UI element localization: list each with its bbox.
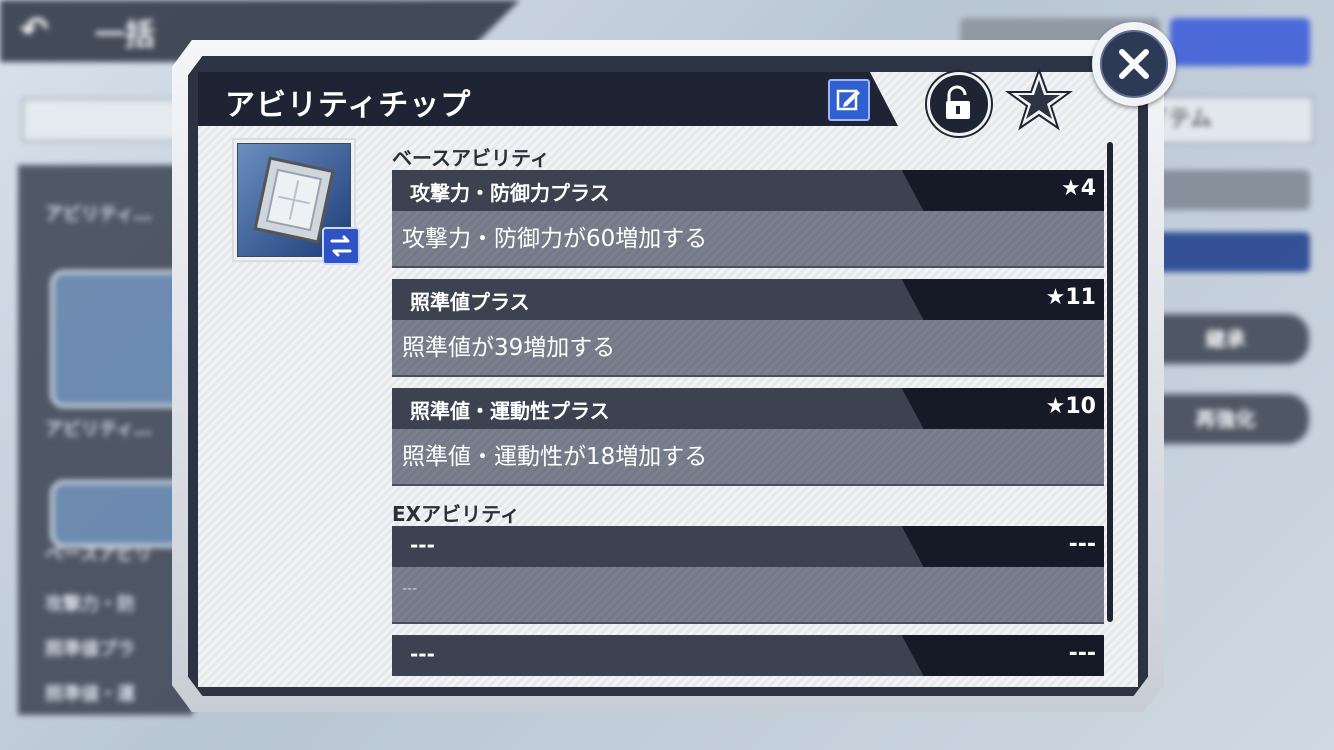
ex-ability-heading: EXアビリティ: [392, 502, 520, 526]
background-label: 照準値プラ: [45, 639, 135, 660]
ability-rank: ---: [1068, 532, 1096, 557]
ability-row-body: 照準値が39増加する: [392, 320, 1104, 377]
background-reinforce-button[interactable]: 再強化: [1140, 392, 1311, 446]
background-label: 攻撃力・防: [45, 594, 135, 615]
close-button[interactable]: [1092, 22, 1176, 106]
ability-name: 攻撃力・防御力プラス: [410, 181, 610, 205]
base-ability-heading: ベースアビリティ: [392, 146, 550, 170]
background-count: [1140, 170, 1310, 210]
ex-ability-row: --- --- ---: [392, 526, 1104, 624]
ability-row: 照準値プラス ★11 照準値が39増加する: [392, 279, 1104, 377]
close-icon[interactable]: [1100, 30, 1168, 98]
dialog-title: アビリティチップ: [225, 88, 472, 123]
background-item-card[interactable]: [50, 270, 188, 408]
background-title: 一括: [95, 18, 155, 53]
ability-row: 照準値・運動性プラス ★10 照準値・運動性が18増加する: [392, 388, 1104, 486]
background-menu-button[interactable]: [1170, 18, 1310, 66]
ability-rank: ---: [1068, 641, 1096, 666]
background-inherit-button[interactable]: 継承: [1140, 312, 1311, 366]
background-label: 照準値・運: [45, 684, 135, 705]
ability-rank: ★10: [1045, 394, 1096, 419]
background-label: ベースアビリ: [45, 544, 153, 565]
ability-description: 照準値が39増加する: [402, 335, 616, 361]
ability-row-body: ---: [392, 567, 1104, 624]
background-item-card[interactable]: [50, 480, 188, 548]
scrollbar[interactable]: [1107, 142, 1113, 622]
ex-ability-row: --- ---: [392, 635, 1104, 680]
ability-name: 照準値・運動性プラス: [410, 399, 610, 423]
ability-name: 照準値プラス: [410, 290, 530, 314]
swap-icon[interactable]: [322, 227, 360, 265]
background-label: アビリティ…: [45, 204, 152, 225]
ability-description: 攻撃力・防御力が60増加する: [402, 226, 708, 252]
favorite-star-icon[interactable]: [1004, 66, 1074, 134]
ability-rank: ★4: [1060, 176, 1096, 201]
lock-open-icon[interactable]: [927, 72, 991, 136]
edit-icon[interactable]: [828, 79, 870, 121]
ability-description: 照準値・運動性が18増加する: [402, 444, 708, 470]
ability-row-body: 照準値・運動性が18増加する: [392, 429, 1104, 486]
ability-name: ---: [410, 533, 435, 557]
ability-row-body: 攻撃力・防御力が60増加する: [392, 211, 1104, 268]
background-label: アビリティ…: [45, 419, 152, 440]
background-sort-button[interactable]: [1140, 232, 1310, 272]
ability-description: ---: [402, 581, 418, 597]
back-icon[interactable]: ↶: [20, 10, 49, 50]
ability-rank: ★11: [1045, 285, 1096, 310]
ability-name: ---: [410, 642, 435, 666]
ability-row: 攻撃力・防御力プラス ★4 攻撃力・防御力が60増加する: [392, 170, 1104, 268]
